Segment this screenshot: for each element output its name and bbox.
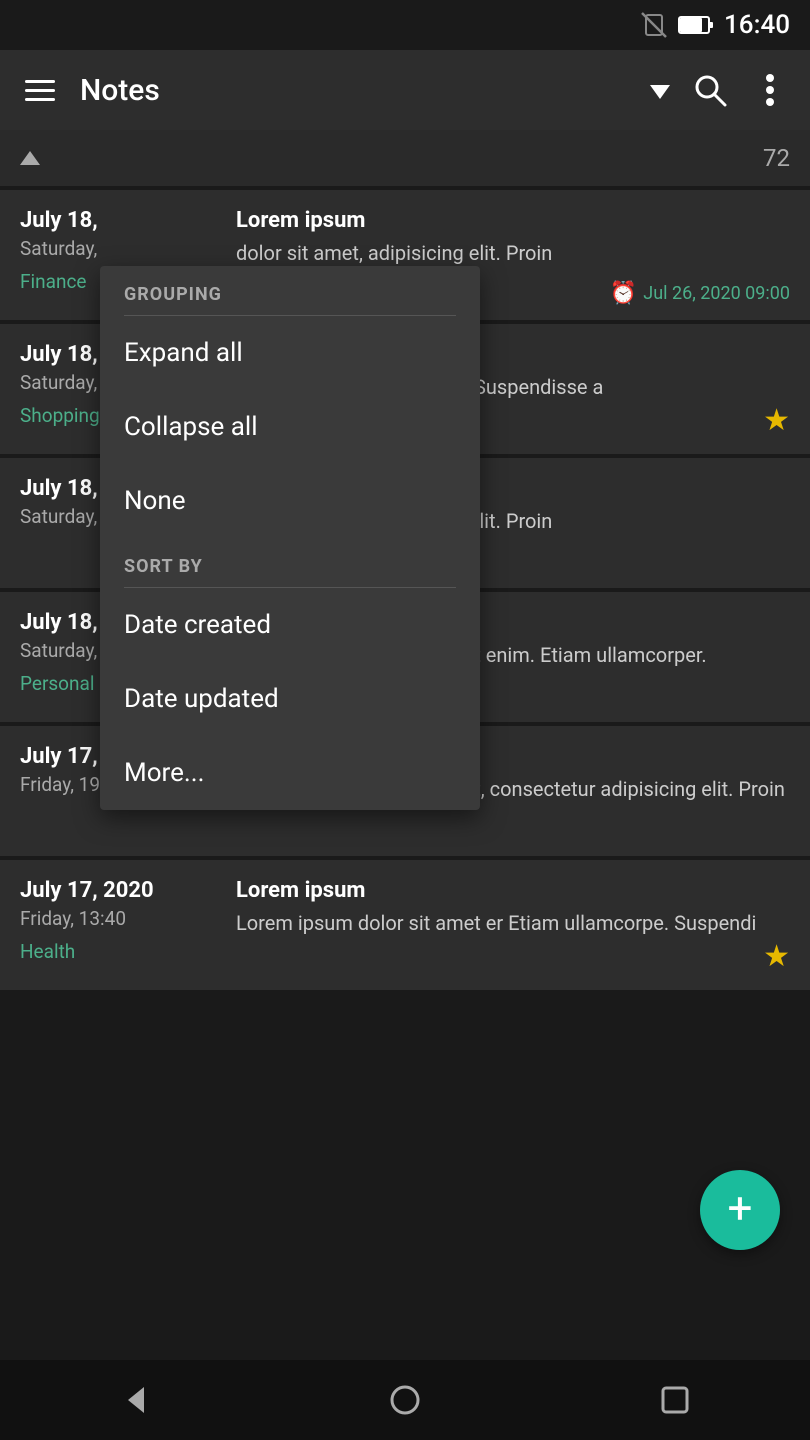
- search-button[interactable]: [690, 70, 730, 110]
- toolbar: Notes: [0, 50, 810, 130]
- sim-icon: [640, 11, 668, 39]
- status-time: 16:40: [724, 10, 790, 40]
- back-icon: [118, 1383, 152, 1417]
- menu-icon: [25, 80, 55, 101]
- note-preview: dolor sit amet, adipisicing elit. Proin: [236, 239, 790, 267]
- date-created-item[interactable]: Date created: [100, 588, 480, 662]
- collapse-icon: [20, 151, 40, 165]
- home-button[interactable]: [375, 1370, 435, 1430]
- home-icon: [388, 1383, 422, 1417]
- nav-bar: [0, 1360, 810, 1440]
- date-updated-item[interactable]: Date updated: [100, 662, 480, 736]
- note-card[interactable]: July 17, 2020 Friday, 13:40 Health Lorem…: [0, 860, 810, 990]
- collapse-all-item[interactable]: Collapse all: [100, 390, 480, 464]
- more-button[interactable]: [750, 70, 790, 110]
- grouping-label: GROUPING: [100, 266, 480, 315]
- note-content: Lorem ipsum Lorem ipsum dolor sit amet e…: [236, 878, 790, 972]
- title-area[interactable]: Notes: [80, 73, 670, 108]
- star-icon: ★: [763, 403, 790, 438]
- note-preview: Lorem ipsum dolor sit amet er Etiam ulla…: [236, 909, 790, 937]
- expand-all-item[interactable]: Expand all: [100, 316, 480, 390]
- battery-icon: [678, 14, 714, 36]
- menu-button[interactable]: [20, 70, 60, 110]
- dropdown-menu: GROUPING Expand all Collapse all None SO…: [100, 266, 480, 810]
- title-dropdown-arrow: [650, 85, 670, 99]
- notes-area: 72 July 18, Saturday, Finance Lorem ipsu…: [0, 130, 810, 1360]
- note-title: Lorem ipsum: [236, 878, 790, 903]
- note-title: Lorem ipsum: [236, 208, 790, 233]
- fab-plus-icon: +: [728, 1186, 753, 1230]
- reminder-text: Jul 26, 2020 09:00: [643, 283, 790, 304]
- app-title: Notes: [80, 73, 646, 108]
- group-header-left: [20, 151, 40, 165]
- status-icons: 16:40: [640, 10, 790, 40]
- status-bar: 16:40: [0, 0, 810, 50]
- sort-by-label: SORT BY: [100, 538, 480, 587]
- note-day: Friday, 13:40: [20, 907, 220, 930]
- back-button[interactable]: [105, 1370, 165, 1430]
- search-icon: [693, 73, 727, 107]
- note-tag: Health: [20, 940, 220, 963]
- note-day: Saturday,: [20, 237, 220, 260]
- recents-button[interactable]: [645, 1370, 705, 1430]
- fab-button[interactable]: +: [700, 1170, 780, 1250]
- more-item[interactable]: More...: [100, 736, 480, 810]
- reminder-badge: ⏰ Jul 26, 2020 09:00: [610, 281, 790, 306]
- note-date: July 18,: [20, 208, 220, 233]
- note-date: July 17, 2020: [20, 878, 220, 903]
- more-icon: [765, 73, 775, 107]
- none-item[interactable]: None: [100, 464, 480, 538]
- group-count: 72: [763, 144, 790, 172]
- square-icon: [660, 1385, 690, 1415]
- group-header[interactable]: 72: [0, 130, 810, 186]
- star-icon: ★: [763, 939, 790, 974]
- alarm-icon: ⏰: [610, 281, 637, 306]
- note-date-area: July 17, 2020 Friday, 13:40 Health: [20, 878, 220, 972]
